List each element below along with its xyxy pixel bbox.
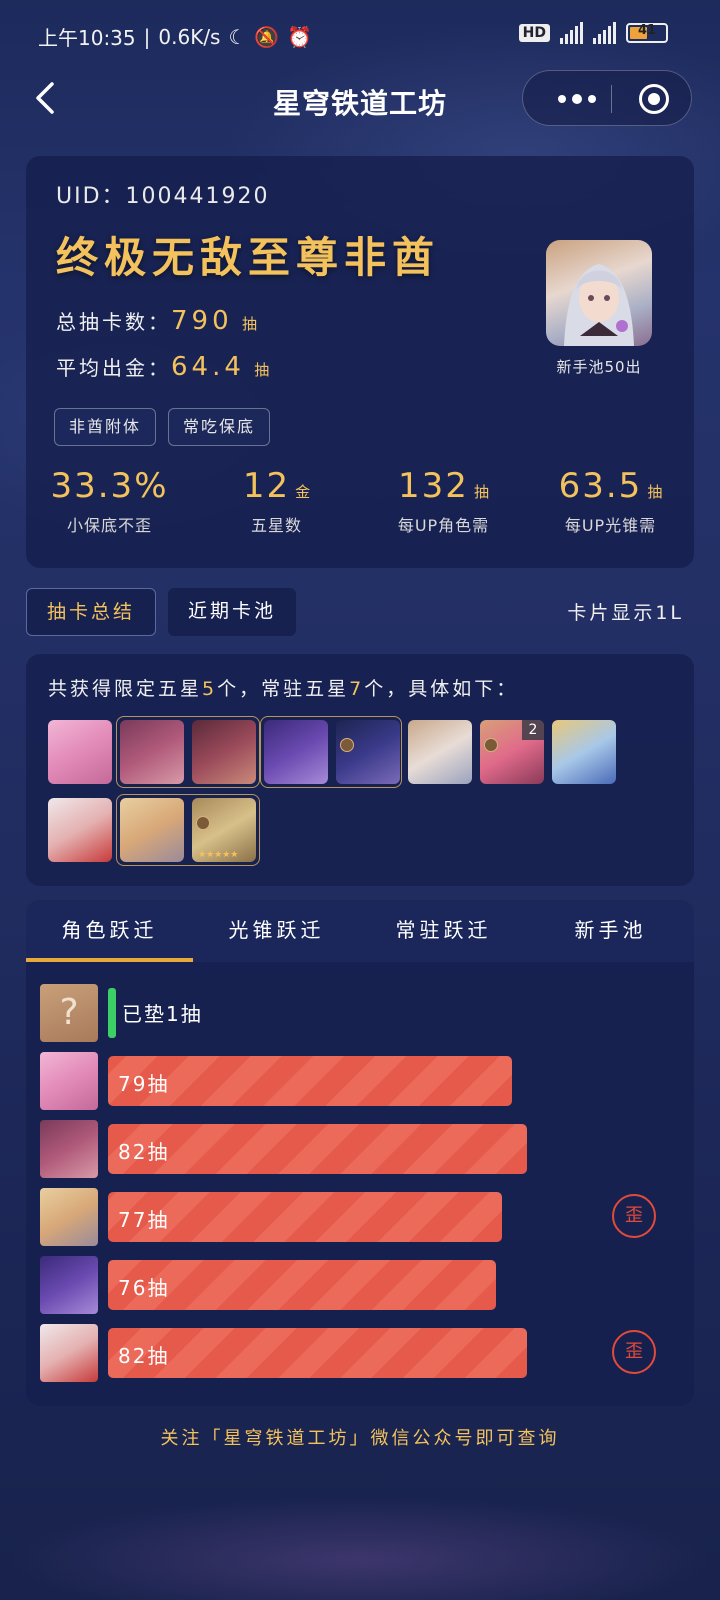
character-thumb[interactable] xyxy=(552,720,616,784)
rank-title: 终极无敌至尊非酋 xyxy=(56,233,441,282)
history-row[interactable]: 76抽 xyxy=(40,1256,680,1314)
unknown-character-icon: ? xyxy=(40,984,98,1042)
five-star-icon: ★★★★★ xyxy=(198,850,239,860)
eidolon-badge-icon xyxy=(340,738,354,752)
hd-badge: HD xyxy=(518,24,550,42)
uid-label: UID：100441920 xyxy=(56,184,270,209)
lightcone-thumb[interactable]: 2 xyxy=(480,720,544,784)
tag-pity[interactable]: 常吃保底 xyxy=(168,408,271,446)
metrics-row: 33.3% 小保底不歪 12 金 五星数 132 抽 每UP角色需 63.5 抽… xyxy=(26,466,694,566)
pull-bar: 76抽 xyxy=(108,1260,496,1310)
character-thumb[interactable] xyxy=(264,720,328,784)
character-avatar xyxy=(40,1256,98,1314)
card-display-toggle[interactable]: 卡片显示1L xyxy=(567,598,684,625)
metric-up-character: 132 抽 每UP角色需 xyxy=(397,466,490,535)
close-target-icon[interactable] xyxy=(639,84,669,114)
history-panel: 角色跃迁 光锥跃迁 常驻跃迁 新手池 ? 已垫1抽 79抽 82抽 77抽 歪 … xyxy=(26,900,694,1406)
character-portrait-icon xyxy=(564,264,634,346)
character-thumb[interactable] xyxy=(408,720,472,784)
novice-caption: 新手池50出 xyxy=(556,358,642,376)
history-tabs: 角色跃迁 光锥跃迁 常驻跃迁 新手池 xyxy=(26,900,694,962)
metric-up-lightcone: 63.5 抽 每UP光锥需 xyxy=(558,466,663,535)
lightcone-thumb[interactable] xyxy=(336,720,400,784)
pull-bar: 82抽 xyxy=(108,1328,527,1378)
profile-panel: UID：100441920 终极无敌至尊非酋 总抽卡数：790 抽 平均出金：6… xyxy=(26,156,694,568)
lost-5050-badge: 歪 xyxy=(612,1330,656,1374)
dupe-count: 2 xyxy=(522,720,544,740)
character-avatar xyxy=(40,1052,98,1110)
metric-five-star-count: 12 金 五星数 xyxy=(242,466,311,535)
history-row-pending: ? 已垫1抽 xyxy=(40,984,680,1042)
alarm-icon: ⏰ xyxy=(287,24,313,49)
mute-icon: 🔕 xyxy=(254,24,280,49)
history-row[interactable]: 82抽 歪 xyxy=(40,1324,680,1382)
history-row[interactable]: 82抽 xyxy=(40,1120,680,1178)
character-thumb[interactable] xyxy=(48,720,112,784)
tag-unlucky[interactable]: 非酋附体 xyxy=(54,408,157,446)
pull-bar: 82抽 xyxy=(108,1124,527,1174)
character-avatar xyxy=(40,1324,98,1382)
lost-5050-badge: 歪 xyxy=(612,1194,656,1238)
status-time: 上午10:35 xyxy=(38,26,136,50)
more-icon[interactable] xyxy=(545,71,609,127)
history-row[interactable]: 79抽 xyxy=(40,1052,680,1110)
status-speed: 0.6K/s xyxy=(158,24,221,49)
total-pulls: 总抽卡数：790 抽 xyxy=(56,306,261,336)
novice-avatar xyxy=(546,240,652,346)
eidolon-badge-icon xyxy=(196,816,210,830)
status-bar: 上午10:35 | 0.6K/s ☾ 🔕 ⏰ HD 41 xyxy=(0,0,720,72)
pull-bar: 79抽 xyxy=(108,1056,512,1106)
tab-novice-pool[interactable]: 新手池 xyxy=(527,900,694,962)
moon-icon: ☾ xyxy=(228,24,247,49)
character-thumb[interactable] xyxy=(120,798,184,862)
tab-summary[interactable]: 抽卡总结 xyxy=(26,588,157,636)
metric-win-rate: 33.3% 小保底不歪 xyxy=(50,466,169,535)
tab-standard-warp[interactable]: 常驻跃迁 xyxy=(360,900,527,962)
pull-bar: 77抽 xyxy=(108,1192,502,1242)
battery-icon: 41 xyxy=(626,23,668,43)
tab-lightcone-warp[interactable]: 光锥跃迁 xyxy=(193,900,360,962)
avg-five-star: 平均出金：64.4 抽 xyxy=(56,352,273,382)
footer-note: 关注「星穹铁道工坊」微信公众号即可查询 xyxy=(160,1428,560,1449)
eidolon-badge-icon xyxy=(484,738,498,752)
mini-program-capsule xyxy=(522,70,692,126)
summary-panel: 共获得限定五星5个，常驻五星7个，具体如下： 2 ★★★★★ xyxy=(26,654,694,886)
summary-text: 共获得限定五星5个，常驻五星7个，具体如下： xyxy=(48,678,519,700)
character-thumb[interactable] xyxy=(48,798,112,862)
lightcone-thumb[interactable] xyxy=(192,720,256,784)
tab-character-warp[interactable]: 角色跃迁 xyxy=(26,900,193,962)
character-avatar xyxy=(40,1120,98,1178)
history-row[interactable]: 77抽 歪 xyxy=(40,1188,680,1246)
nav-header: 星穹铁道工坊 xyxy=(0,70,720,130)
lightcone-thumb[interactable]: ★★★★★ xyxy=(192,798,256,862)
character-avatar xyxy=(40,1188,98,1246)
signal-icon-2 xyxy=(593,22,616,44)
tab-recent-pools[interactable]: 近期卡池 xyxy=(168,588,297,636)
pending-pulls: 已垫1抽 xyxy=(122,1002,203,1026)
signal-icon xyxy=(560,22,583,44)
character-thumb[interactable] xyxy=(120,720,184,784)
